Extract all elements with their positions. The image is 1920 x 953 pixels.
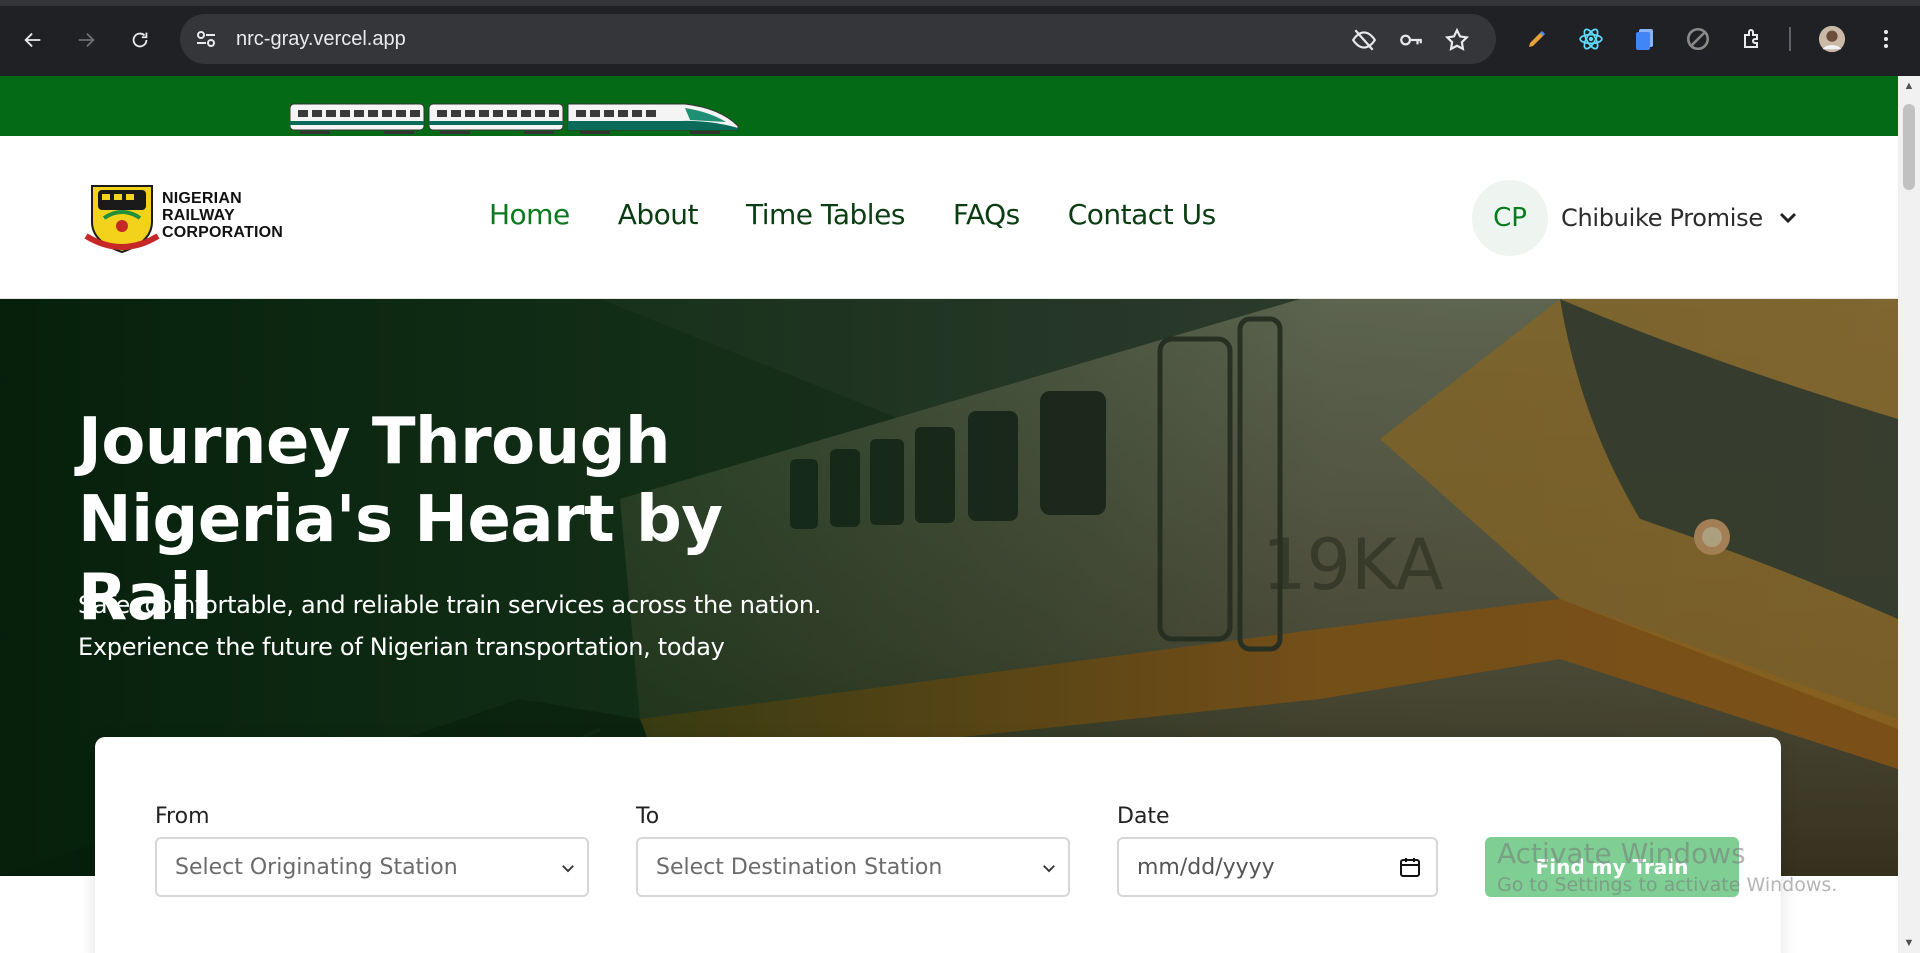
profile-avatar-icon[interactable] (1818, 25, 1846, 53)
windows-activation-watermark: Activate Windows Go to Settings to activ… (1497, 837, 1837, 896)
scroll-up-icon[interactable]: ▲ (1903, 80, 1915, 92)
site-settings-icon[interactable] (194, 27, 218, 51)
hero-subtitle-line-1: Safe, comfortable, and reliable train se… (78, 591, 822, 619)
reload-icon[interactable] (122, 22, 158, 58)
train-banner-icon (290, 103, 739, 134)
chevron-down-icon (1040, 859, 1058, 877)
nav-home[interactable]: Home (489, 198, 570, 231)
address-bar[interactable]: nrc-gray.vercel.app (180, 14, 1496, 64)
site-header: NIGERIAN RAILWAY CORPORATION Home About … (0, 136, 1898, 299)
logo-line-3: CORPORATION (162, 224, 284, 241)
eye-off-icon[interactable] (1351, 27, 1377, 53)
logo-line-2: RAILWAY (162, 207, 235, 224)
hero-subtitle-line-2: Experience the future of Nigerian transp… (78, 633, 725, 661)
date-label: Date (1117, 804, 1170, 829)
nav-contact-us[interactable]: Contact Us (1068, 198, 1216, 231)
chevron-down-icon[interactable] (1776, 206, 1800, 230)
page-scrollbar[interactable]: ▲ ▼ (1898, 76, 1920, 953)
user-avatar[interactable]: CP (1472, 180, 1548, 256)
date-input[interactable]: mm/dd/yyyy (1117, 837, 1438, 897)
to-station-select[interactable]: Select Destination Station (636, 837, 1070, 897)
logo-text: NIGERIAN RAILWAY CORPORATION (162, 190, 283, 241)
to-label: To (636, 804, 660, 829)
url-text[interactable]: nrc-gray.vercel.app (236, 28, 406, 51)
top-banner (0, 76, 1898, 136)
from-station-placeholder: Select Originating Station (175, 855, 458, 880)
nrc-logo[interactable]: NIGERIAN RAILWAY CORPORATION (84, 176, 294, 260)
date-placeholder: mm/dd/yyyy (1137, 855, 1275, 880)
main-nav: Home About Time Tables FAQs Contact Us (489, 198, 1216, 231)
chevron-down-icon (559, 859, 577, 877)
pen-extension-icon[interactable] (1523, 25, 1551, 53)
back-icon[interactable] (15, 22, 51, 58)
scroll-down-icon[interactable]: ▼ (1903, 937, 1915, 949)
from-label: From (155, 804, 210, 829)
nav-about[interactable]: About (618, 198, 699, 231)
docs-extension-icon[interactable] (1631, 25, 1659, 53)
user-name[interactable]: Chibuike Promise (1561, 204, 1763, 232)
hero-title-line-1: Journey Through (78, 405, 671, 479)
tab-strip-edge (0, 0, 1920, 6)
scroll-thumb[interactable] (1903, 104, 1915, 190)
page-viewport: NIGERIAN RAILWAY CORPORATION Home About … (0, 76, 1898, 953)
hero-subtitle: Safe, comfortable, and reliable train se… (78, 584, 978, 668)
blocked-extension-icon[interactable] (1684, 25, 1712, 53)
watermark-title: Activate Windows (1497, 837, 1746, 870)
nrc-crest-icon (84, 185, 160, 254)
react-extension-icon[interactable] (1577, 25, 1605, 53)
browser-toolbar: nrc-gray.vercel.app (0, 0, 1920, 76)
watermark-subtitle: Go to Settings to activate Windows. (1497, 874, 1838, 896)
to-station-placeholder: Select Destination Station (656, 855, 943, 880)
key-icon[interactable] (1398, 27, 1424, 53)
nav-faqs[interactable]: FAQs (953, 198, 1020, 231)
calendar-icon[interactable] (1398, 855, 1422, 879)
from-station-select[interactable]: Select Originating Station (155, 837, 589, 897)
star-icon[interactable] (1444, 27, 1470, 53)
logo-line-1: NIGERIAN (162, 190, 242, 207)
puzzle-extension-icon[interactable] (1739, 25, 1767, 53)
forward-icon[interactable] (68, 22, 104, 58)
menu-kebab-icon[interactable] (1872, 25, 1900, 53)
toolbar-divider (1789, 27, 1791, 51)
nav-time-tables[interactable]: Time Tables (746, 198, 905, 231)
